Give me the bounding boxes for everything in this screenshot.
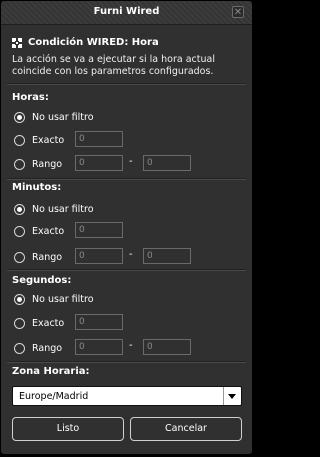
divider [7,361,246,363]
seconds-exact-option[interactable]: Exacto [14,315,64,331]
ok-button[interactable]: Listo [12,417,124,441]
dropdown-toggle[interactable] [223,387,241,405]
furni-wired-window: Furni Wired ✕ Condición WIRED: Hora La a… [0,0,253,455]
minutes-range-from-input[interactable]: 0 [75,248,123,264]
seconds-exact-input[interactable]: 0 [75,314,123,330]
option-label: Exacto [32,317,65,329]
seconds-no-filter-option[interactable]: No usar filtro [14,291,94,307]
radio-button[interactable] [14,225,25,237]
radio-button[interactable] [14,134,25,146]
hours-exact-option[interactable]: Exacto [14,132,64,148]
divider [7,269,246,271]
title-bar[interactable]: Furni Wired ✕ [1,1,252,25]
option-label: Exacto [32,225,65,237]
option-label: No usar filtro [32,111,94,123]
minutes-no-filter-option[interactable]: No usar filtro [14,201,94,217]
option-label: Rango [32,158,63,170]
seconds-label: Segundos: [12,275,72,286]
radio-button[interactable] [14,158,25,170]
radio-button[interactable] [14,251,25,263]
range-dash: - [129,156,133,167]
cancel-button[interactable]: Cancelar [130,417,242,441]
radio-button[interactable] [14,342,25,354]
wired-icon [12,37,22,48]
option-label: Rango [32,251,63,263]
window-content: Condición WIRED: Hora La acción se va a … [1,25,252,454]
range-dash: - [129,340,133,351]
radio-button[interactable] [14,293,25,305]
hours-range-to-input[interactable]: 0 [143,155,191,171]
divider [7,178,246,180]
minutes-exact-input[interactable]: 0 [75,222,123,238]
timezone-select[interactable]: Europe/Madrid [12,386,242,406]
minutes-range-option[interactable]: Rango [14,249,62,265]
hours-label: Horas: [12,92,49,103]
hours-range-option[interactable]: Rango [14,156,62,172]
window-title: Furni Wired [93,6,160,17]
close-icon: ✕ [233,7,243,18]
radio-button[interactable] [14,203,25,215]
hours-exact-input[interactable]: 0 [75,131,123,147]
minutes-range-to-input[interactable]: 0 [143,248,191,264]
option-label: No usar filtro [32,203,94,215]
timezone-selected-value: Europe/Madrid [19,391,89,402]
condition-header: Condición WIRED: Hora [12,37,159,48]
seconds-range-from-input[interactable]: 0 [75,339,123,355]
seconds-range-to-input[interactable]: 0 [143,339,191,355]
chevron-down-icon [228,394,236,399]
minutes-label: Minutos: [12,182,62,193]
seconds-range-option[interactable]: Rango [14,340,62,356]
condition-title: Condición WIRED: Hora [28,37,159,48]
minutes-exact-option[interactable]: Exacto [14,223,64,239]
divider [7,83,246,85]
option-label: Exacto [32,134,65,146]
radio-button[interactable] [14,317,25,329]
range-dash: - [129,249,133,260]
close-button[interactable]: ✕ [232,6,244,18]
hours-no-filter-option[interactable]: No usar filtro [14,109,94,125]
condition-description: La acción se va a ejecutar si la hora ac… [12,54,215,77]
timezone-label: Zona Horaria: [12,366,90,377]
option-label: Rango [32,342,63,354]
hours-range-from-input[interactable]: 0 [75,155,123,171]
option-label: No usar filtro [32,293,94,305]
radio-button[interactable] [14,111,25,123]
